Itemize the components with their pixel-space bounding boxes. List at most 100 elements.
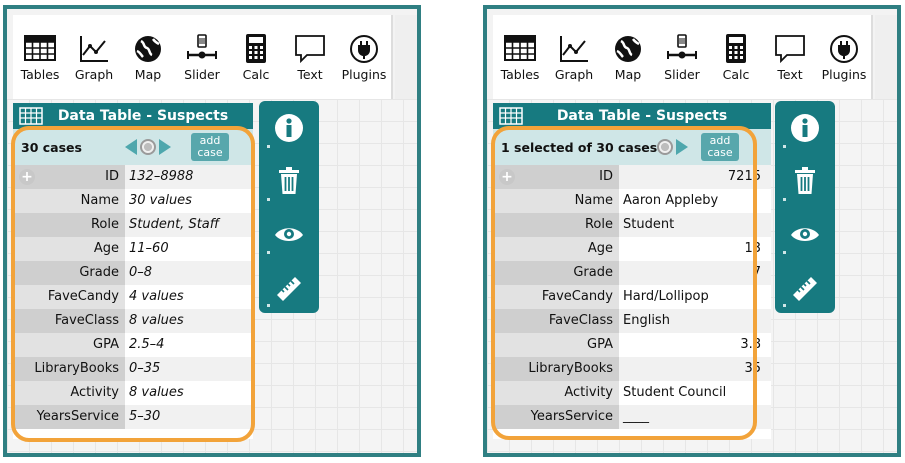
tool-label: Text xyxy=(297,67,323,82)
attribute-name[interactable]: LibraryBooks xyxy=(13,357,125,381)
case-card[interactable]: Data Table - Suspects 30 cases add case … xyxy=(13,103,253,439)
add-case-button[interactable]: add case xyxy=(701,133,739,161)
info-button[interactable] xyxy=(775,101,835,154)
attribute-name[interactable]: Grade xyxy=(13,261,125,285)
trash-button[interactable] xyxy=(775,154,835,207)
right-panel: Tables Graph Map Slider Calc Text Plugin… xyxy=(483,5,901,457)
attribute-row: FaveCandy Hard/Lollipop xyxy=(493,285,771,309)
attribute-name[interactable]: Name xyxy=(13,189,125,213)
attribute-row: GPA 2.5–4 xyxy=(13,333,253,357)
attribute-row: Activity Student Council xyxy=(493,381,771,405)
attribute-value: 2.5–4 xyxy=(125,333,253,357)
attribute-name[interactable]: YearsService xyxy=(493,405,619,429)
hide-show-button[interactable] xyxy=(775,207,835,260)
attribute-name[interactable]: Age xyxy=(493,237,619,261)
menu-indicator xyxy=(783,304,786,307)
card-title: Data Table - Suspects xyxy=(556,108,728,124)
case-dot-icon[interactable] xyxy=(140,139,156,155)
attribute-name[interactable]: Grade xyxy=(493,261,619,285)
tool-label: Tables xyxy=(500,67,540,82)
tool-label: Calc xyxy=(242,67,270,82)
tables-tool[interactable]: Tables xyxy=(13,33,67,82)
attribute-row: LibraryBooks 0–35 xyxy=(13,357,253,381)
attribute-name[interactable]: FaveClass xyxy=(13,309,125,333)
map-tool[interactable]: Map xyxy=(121,33,175,82)
attribute-row: Name Aaron Appleby xyxy=(493,189,771,213)
attribute-name[interactable]: GPA xyxy=(13,333,125,357)
text-tool[interactable]: Text xyxy=(283,33,337,82)
attribute-value: Hard/Lollipop xyxy=(619,285,771,309)
calculator-icon xyxy=(726,34,746,63)
ruler-button[interactable] xyxy=(259,260,319,313)
attribute-value: 35 xyxy=(619,357,771,381)
attribute-row: FaveClass 8 values xyxy=(13,309,253,333)
map-tool[interactable]: Map xyxy=(601,33,655,82)
card-title-bar[interactable]: Data Table - Suspects xyxy=(493,103,771,129)
tool-label: Plugins xyxy=(821,67,867,82)
calc-tool[interactable]: Calc xyxy=(229,33,283,82)
attribute-name[interactable]: GPA xyxy=(493,333,619,357)
attribute-name[interactable]: Role xyxy=(13,213,125,237)
trash-button[interactable] xyxy=(259,154,319,207)
text-tool[interactable]: Text xyxy=(763,33,817,82)
case-dot-icon[interactable] xyxy=(657,139,673,155)
attribute-row: FaveCandy 4 values xyxy=(13,285,253,309)
attribute-value: 30 values xyxy=(125,189,253,213)
toolbar: Tables Graph Map Slider Calc Text Plugin… xyxy=(493,15,873,99)
graph-icon xyxy=(560,36,588,62)
graph-tool[interactable]: Graph xyxy=(67,33,121,82)
tool-label: Map xyxy=(614,67,642,82)
card-title-bar[interactable]: Data Table - Suspects xyxy=(13,103,253,129)
attribute-row: Name 30 values xyxy=(13,189,253,213)
attribute-value: 8 values xyxy=(125,381,253,405)
attribute-name[interactable]: Name xyxy=(493,189,619,213)
attribute-value: 7215 xyxy=(619,165,771,189)
graph-icon xyxy=(80,36,108,62)
add-attribute-icon[interactable]: + xyxy=(499,169,515,185)
info-button[interactable] xyxy=(259,101,319,154)
menu-indicator xyxy=(783,198,786,201)
tool-label: Text xyxy=(777,67,803,82)
ruler-button[interactable] xyxy=(775,260,835,313)
calculator-icon xyxy=(246,34,266,63)
attribute-name[interactable]: Activity xyxy=(493,381,619,405)
case-card[interactable]: Data Table - Suspects 1 selected of 30 c… xyxy=(493,103,771,439)
attribute-value: 11–60 xyxy=(125,237,253,261)
attribute-name[interactable]: Activity xyxy=(13,381,125,405)
table-icon xyxy=(504,35,536,61)
eye-icon xyxy=(275,227,303,241)
next-case-icon[interactable] xyxy=(676,139,688,155)
attribute-value: ____ xyxy=(619,405,771,429)
attribute-value: 13 xyxy=(619,237,771,261)
tables-tool[interactable]: Tables xyxy=(493,33,547,82)
graph-tool[interactable]: Graph xyxy=(547,33,601,82)
attribute-name[interactable]: FaveClass xyxy=(493,309,619,333)
tool-label: Slider xyxy=(184,67,220,82)
ruler-icon xyxy=(277,276,301,301)
attribute-row: YearsService 5–30 xyxy=(13,405,253,429)
attribute-name[interactable]: LibraryBooks xyxy=(493,357,619,381)
plugins-tool[interactable]: Plugins xyxy=(817,33,871,82)
attribute-name[interactable]: YearsService xyxy=(13,405,125,429)
attribute-name[interactable]: FaveCandy xyxy=(493,285,619,309)
menu-indicator xyxy=(267,145,270,148)
trash-icon xyxy=(279,166,299,194)
tool-label: Graph xyxy=(554,67,594,82)
add-attribute-icon[interactable]: + xyxy=(19,169,35,185)
attribute-name[interactable]: FaveCandy xyxy=(13,285,125,309)
calc-tool[interactable]: Calc xyxy=(709,33,763,82)
attribute-value: 132–8988 xyxy=(125,165,253,189)
toolbar-edge xyxy=(875,15,897,99)
plugins-tool[interactable]: Plugins xyxy=(337,33,391,82)
attribute-name[interactable]: Role xyxy=(493,213,619,237)
slider-tool[interactable]: Slider xyxy=(175,33,229,82)
next-case-icon[interactable] xyxy=(159,139,171,155)
inspector-panel xyxy=(259,101,319,313)
previous-case-icon[interactable] xyxy=(125,139,137,155)
toolbar-edge xyxy=(395,15,417,99)
slider-tool[interactable]: Slider xyxy=(655,33,709,82)
hide-show-button[interactable] xyxy=(259,207,319,260)
attribute-row: ID 132–8988 xyxy=(13,165,253,189)
attribute-name[interactable]: Age xyxy=(13,237,125,261)
add-case-button[interactable]: add case xyxy=(191,133,229,161)
